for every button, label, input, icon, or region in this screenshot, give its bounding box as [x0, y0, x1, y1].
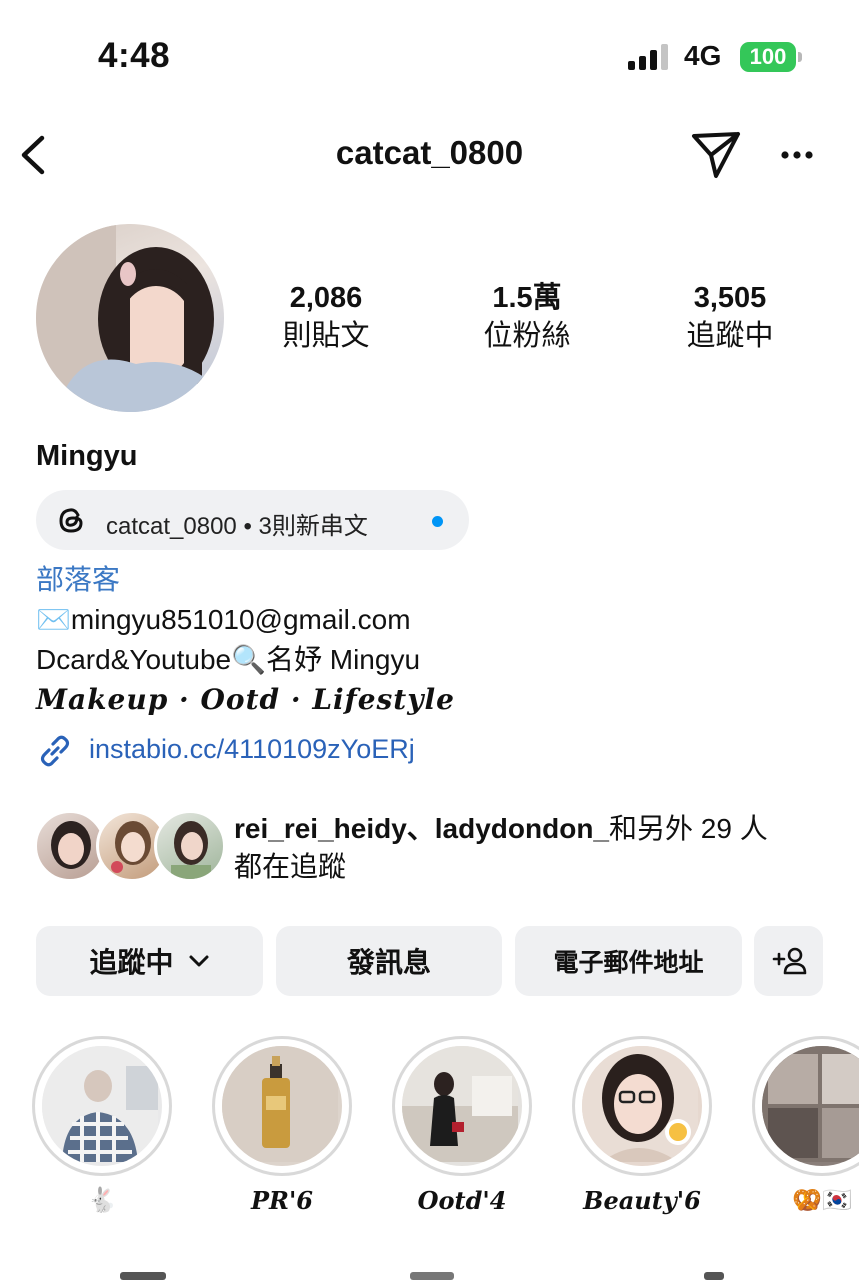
bio-tagline: Makeup · Ootd · Lifestyle — [36, 683, 455, 716]
network-type: 4G — [684, 40, 722, 71]
posts-count: 2,086 — [289, 282, 363, 314]
add-user-button[interactable] — [754, 926, 823, 996]
posts-label: 則貼文 — [282, 320, 370, 352]
highlight-label: PR'6 — [250, 1186, 314, 1215]
profile-avatar[interactable] — [36, 224, 224, 412]
threads-badge-text: catcat_0800 • 3則新串文 — [106, 513, 368, 540]
battery-tip — [798, 52, 802, 62]
avatar — [154, 810, 226, 882]
followers-stat[interactable]: 1.5萬 位粉絲 — [437, 280, 617, 354]
highlight-label: 🐇 — [87, 1187, 117, 1214]
followers-label: 位粉絲 — [483, 320, 571, 352]
bio-category[interactable]: 部落客 — [36, 560, 836, 600]
mutual-names: rei_rei_heidy、ladydondon_ — [234, 813, 609, 844]
add-person-icon — [772, 947, 806, 975]
highlight-item[interactable]: 🥨🇰🇷 — [752, 1036, 859, 1215]
highlight-item[interactable]: PR'6 — [212, 1036, 352, 1215]
highlight-item[interactable]: Beauty'6 — [572, 1036, 712, 1215]
battery-icon: 100 — [740, 42, 796, 72]
send-icon[interactable] — [690, 128, 742, 180]
unread-dot — [432, 516, 443, 527]
following-stat[interactable]: 3,505 追蹤中 — [640, 280, 820, 354]
highlight-label: 🥨🇰🇷 — [792, 1187, 852, 1214]
mutual-suffix: 和另外 29 人 — [609, 813, 768, 844]
bio-email: ✉️mingyu851010@gmail.com — [36, 604, 411, 635]
link-icon — [40, 735, 70, 767]
mutual-followers-text[interactable]: rei_rei_heidy、ladydondon_和另外 29 人 都在追蹤 — [234, 810, 834, 886]
followers-count: 1.5萬 — [492, 282, 562, 314]
tab-bar-edge — [0, 1262, 859, 1280]
following-button-label: 追蹤中 — [89, 947, 174, 978]
bio-link-text[interactable]: instabio.cc/4110109zYoERj — [89, 734, 415, 765]
following-count: 3,505 — [693, 282, 767, 314]
posts-stat[interactable]: 2,086 則貼文 — [236, 280, 416, 354]
status-bar: 4:48 4G 100 — [0, 0, 859, 110]
message-button[interactable]: 發訊息 — [276, 926, 502, 996]
highlight-label: Beauty'6 — [583, 1186, 701, 1215]
following-button[interactable]: 追蹤中 — [36, 926, 263, 996]
profile-header: catcat_0800 — [0, 110, 859, 200]
signal-strength-icon — [628, 44, 670, 70]
chevron-down-icon — [189, 955, 208, 967]
bio-youtube: Dcard&Youtube🔍名妤 Mingyu — [36, 644, 421, 675]
mutual-line2: 都在追蹤 — [234, 851, 347, 882]
more-icon[interactable] — [772, 130, 822, 180]
email-button-label: 電子郵件地址 — [553, 949, 704, 977]
threads-badge[interactable]: catcat_0800 • 3則新串文 — [36, 490, 469, 550]
mutual-followers-avatars[interactable] — [34, 810, 226, 886]
display-name: Mingyu — [36, 440, 138, 472]
following-label: 追蹤中 — [686, 320, 774, 352]
highlight-item[interactable]: Ootd'4 — [392, 1036, 532, 1215]
threads-icon — [59, 508, 83, 533]
status-time: 4:48 — [98, 36, 171, 75]
highlight-label: Ootd'4 — [417, 1186, 507, 1215]
message-button-label: 發訊息 — [346, 947, 431, 978]
bio: 部落客 ✉️mingyu851010@gmail.com Dcard&Youtu… — [36, 560, 836, 720]
email-button[interactable]: 電子郵件地址 — [515, 926, 742, 996]
highlight-item[interactable]: 🐇 — [32, 1036, 172, 1215]
